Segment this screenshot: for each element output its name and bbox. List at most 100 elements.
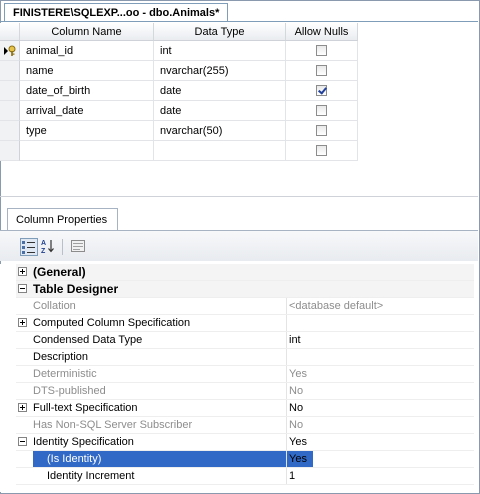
allow-nulls-cell bbox=[286, 81, 358, 101]
data-type-header: Data Type bbox=[154, 23, 286, 41]
column-name-cell[interactable]: type bbox=[20, 121, 154, 141]
row-selector[interactable] bbox=[0, 41, 20, 61]
data-type-cell[interactable]: date bbox=[154, 81, 286, 101]
table-designer-grid: Column Name Data Type Allow Nulls animal… bbox=[0, 23, 358, 161]
column-name-cell[interactable] bbox=[20, 141, 154, 161]
table-row[interactable]: date_of_birth date bbox=[0, 81, 358, 101]
property-row[interactable]: Identity Specification Yes bbox=[16, 434, 474, 451]
table-row[interactable]: arrival_date date bbox=[0, 101, 358, 121]
property-grid: (General) Table Designer Collation <databas… bbox=[16, 264, 474, 485]
property-value[interactable]: No bbox=[286, 383, 474, 399]
property-name: Identity Increment bbox=[47, 470, 135, 482]
svg-text:A: A bbox=[41, 240, 46, 247]
property-name: (Is Identity) bbox=[33, 451, 313, 467]
table-row[interactable] bbox=[0, 141, 358, 161]
property-value[interactable] bbox=[286, 315, 474, 331]
property-category[interactable]: Table Designer bbox=[16, 281, 474, 298]
pane-splitter[interactable] bbox=[0, 196, 478, 197]
alphabetical-button[interactable]: A Z bbox=[40, 238, 58, 256]
row-selector[interactable] bbox=[0, 121, 20, 141]
row-selector[interactable] bbox=[0, 141, 20, 161]
categorized-icon bbox=[22, 241, 35, 254]
column-name-cell[interactable]: date_of_birth bbox=[20, 81, 154, 101]
property-name: Collation bbox=[33, 300, 76, 312]
property-row[interactable]: Computed Column Specification bbox=[16, 315, 474, 332]
property-name: Has Non-SQL Server Subscriber bbox=[33, 419, 193, 431]
grid-rows: animal_id int name nvarchar(255) date_of_bir… bbox=[0, 41, 358, 161]
allow-nulls-header: Allow Nulls bbox=[286, 23, 358, 41]
property-name: Description bbox=[33, 351, 89, 363]
svg-text:Z: Z bbox=[41, 248, 46, 254]
tab-column-properties[interactable]: Column Properties bbox=[7, 208, 118, 230]
categorized-button[interactable] bbox=[20, 238, 38, 256]
property-value[interactable]: Yes bbox=[286, 451, 474, 467]
row-selector-header bbox=[0, 23, 20, 41]
allow-nulls-checkbox[interactable] bbox=[316, 85, 327, 96]
allow-nulls-checkbox[interactable] bbox=[316, 45, 327, 56]
data-type-cell[interactable]: int bbox=[154, 41, 286, 61]
toolbar-separator bbox=[62, 239, 63, 255]
property-row[interactable]: Full-text Specification No bbox=[16, 400, 474, 417]
row-selector[interactable] bbox=[0, 81, 20, 101]
data-type-cell[interactable]: nvarchar(50) bbox=[154, 121, 286, 141]
property-row[interactable]: Identity Increment 1 bbox=[16, 468, 474, 485]
collapse-icon[interactable] bbox=[18, 284, 27, 293]
expand-icon[interactable] bbox=[18, 403, 27, 412]
property-name: Identity Specification bbox=[33, 436, 134, 448]
property-value[interactable]: 1 bbox=[286, 468, 474, 484]
property-value[interactable]: No bbox=[286, 417, 474, 433]
expand-icon[interactable] bbox=[18, 318, 27, 327]
property-row[interactable]: (Is Identity) Yes bbox=[16, 451, 474, 468]
column-name-cell[interactable]: arrival_date bbox=[20, 101, 154, 121]
row-selector[interactable] bbox=[0, 101, 20, 121]
allow-nulls-checkbox[interactable] bbox=[316, 145, 327, 156]
property-value[interactable]: Yes bbox=[286, 366, 474, 382]
row-selector[interactable] bbox=[0, 61, 20, 81]
grid-header: Column Name Data Type Allow Nulls bbox=[0, 23, 358, 41]
property-value[interactable] bbox=[286, 349, 474, 365]
property-name: DTS-published bbox=[33, 385, 106, 397]
column-name-cell[interactable]: name bbox=[20, 61, 154, 81]
property-row[interactable]: DTS-published No bbox=[16, 383, 474, 400]
table-row[interactable]: name nvarchar(255) bbox=[0, 61, 358, 81]
column-name-cell[interactable]: animal_id bbox=[20, 41, 154, 61]
property-name: Full-text Specification bbox=[33, 402, 138, 414]
column-name-header: Column Name bbox=[20, 23, 154, 41]
property-value[interactable]: No bbox=[286, 400, 474, 416]
properties-toolbar: A Z bbox=[0, 231, 478, 261]
allow-nulls-checkbox[interactable] bbox=[316, 65, 327, 76]
allow-nulls-cell bbox=[286, 121, 358, 141]
property-name: Computed Column Specification bbox=[33, 317, 191, 329]
data-type-cell[interactable]: nvarchar(255) bbox=[154, 61, 286, 81]
property-gutter bbox=[0, 264, 16, 492]
property-value[interactable]: <database default> bbox=[286, 298, 474, 314]
property-name: Condensed Data Type bbox=[33, 334, 143, 346]
document-tab[interactable]: FINISTERE\SQLEXP...oo - dbo.Animals* bbox=[4, 3, 228, 21]
property-pages-button[interactable] bbox=[70, 238, 88, 256]
expand-icon[interactable] bbox=[18, 267, 27, 276]
allow-nulls-cell bbox=[286, 141, 358, 161]
allow-nulls-cell bbox=[286, 61, 358, 81]
allow-nulls-checkbox[interactable] bbox=[316, 105, 327, 116]
collapse-icon[interactable] bbox=[18, 437, 27, 446]
property-value[interactable]: int bbox=[286, 332, 474, 348]
property-value[interactable]: Yes bbox=[286, 434, 474, 450]
table-row[interactable]: animal_id int bbox=[0, 41, 358, 61]
property-row[interactable]: Condensed Data Type int bbox=[16, 332, 474, 349]
allow-nulls-cell bbox=[286, 41, 358, 61]
property-row[interactable]: Has Non-SQL Server Subscriber No bbox=[16, 417, 474, 434]
allow-nulls-checkbox[interactable] bbox=[316, 125, 327, 136]
alphabetical-sort-icon: A Z bbox=[41, 240, 54, 255]
property-pages-icon bbox=[71, 240, 85, 252]
property-category[interactable]: (General) bbox=[16, 264, 474, 281]
primary-key-icon bbox=[4, 45, 16, 56]
property-name: Deterministic bbox=[33, 368, 97, 380]
data-type-cell[interactable]: date bbox=[154, 101, 286, 121]
data-type-cell[interactable] bbox=[154, 141, 286, 161]
property-row[interactable]: Description bbox=[16, 349, 474, 366]
table-row[interactable]: type nvarchar(50) bbox=[0, 121, 358, 141]
property-row[interactable]: Collation <database default> bbox=[16, 298, 474, 315]
tab-divider bbox=[0, 21, 478, 22]
property-row[interactable]: Deterministic Yes bbox=[16, 366, 474, 383]
property-name: (General) bbox=[33, 265, 86, 279]
